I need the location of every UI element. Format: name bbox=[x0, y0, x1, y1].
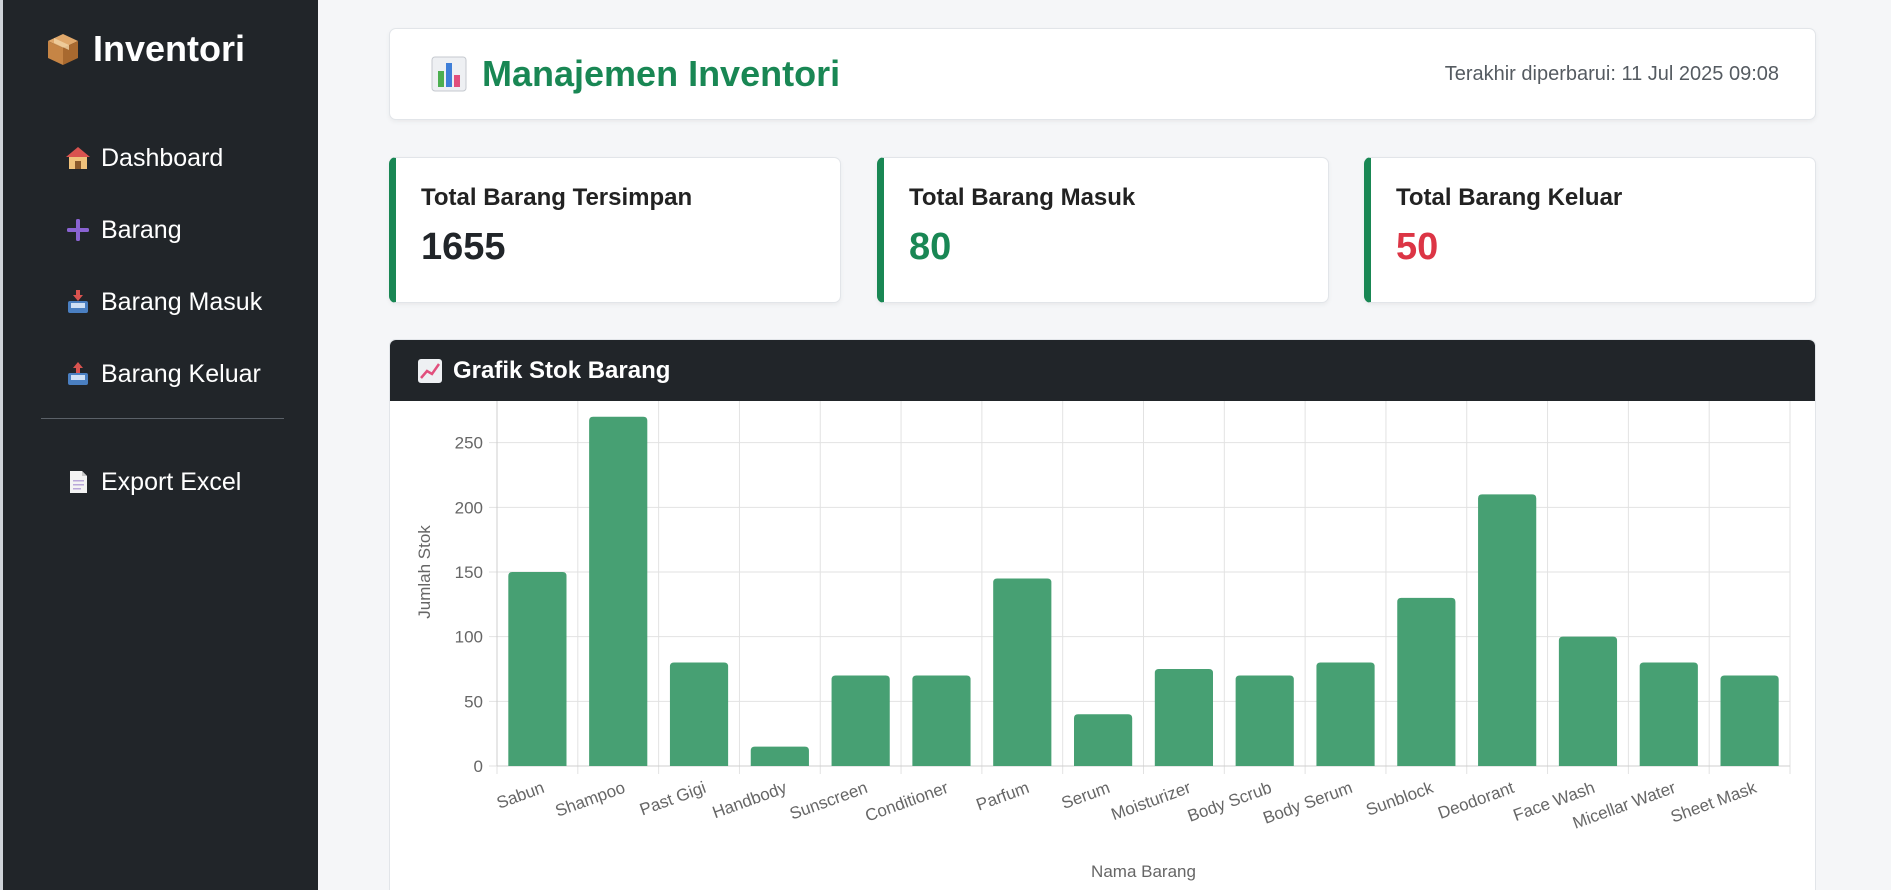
stock-bar-chart: 050100150200250300SabunShampooPast GigiH… bbox=[415, 401, 1791, 881]
sidebar: Inventori Dashboard Barang Barang Masuk … bbox=[0, 0, 318, 890]
sidebar-item-label: Barang Keluar bbox=[101, 359, 261, 388]
stat-card-tersimpan: Total Barang Tersimpan 1655 bbox=[389, 157, 841, 303]
page-title-text: Manajemen Inventori bbox=[482, 53, 841, 94]
brand-name: Inventori bbox=[93, 28, 246, 69]
sidebar-item-dashboard[interactable]: Dashboard bbox=[65, 122, 262, 194]
x-tick-label: Serum bbox=[1059, 778, 1113, 813]
sidebar-item-barang-masuk[interactable]: Barang Masuk bbox=[65, 266, 262, 338]
sidebar-divider bbox=[41, 418, 284, 419]
export-excel-button[interactable]: Export Excel bbox=[65, 446, 241, 518]
bar-serum bbox=[1074, 714, 1133, 766]
stat-value: 50 bbox=[1396, 226, 1439, 268]
y-tick-label: 250 bbox=[455, 434, 483, 453]
bar-past-gigi bbox=[669, 662, 729, 766]
x-tick-label: Deodorant bbox=[1435, 778, 1516, 823]
brand[interactable]: Inventori bbox=[45, 28, 245, 70]
stat-label: Total Barang Tersimpan bbox=[421, 184, 693, 211]
x-tick-label: Shampoo bbox=[553, 778, 628, 821]
plus-icon bbox=[67, 219, 89, 241]
x-tick-label: Body Serum bbox=[1260, 778, 1354, 828]
stat-label: Total Barang Keluar bbox=[1396, 184, 1623, 211]
document-icon bbox=[70, 471, 87, 493]
y-tick-label: 150 bbox=[455, 563, 483, 582]
sidebar-export: Export Excel bbox=[65, 446, 241, 518]
page-title: Manajemen Inventori bbox=[430, 53, 840, 95]
chart-card: Grafik Stok Barang 050100150200250300Sab… bbox=[389, 339, 1816, 890]
chart-increasing-icon bbox=[418, 358, 442, 383]
y-axis-title: Jumlah Stok bbox=[415, 525, 434, 619]
last-updated: Terakhir diperbarui: 11 Jul 2025 09:08 bbox=[1444, 63, 1779, 85]
stat-card-masuk: Total Barang Masuk 80 bbox=[877, 157, 1329, 303]
x-tick-label: Conditioner bbox=[863, 778, 952, 826]
x-tick-label: Sunscreen bbox=[787, 778, 870, 824]
sidebar-item-label: Barang bbox=[101, 215, 182, 244]
x-tick-label: Sabun bbox=[494, 778, 547, 813]
sidebar-item-barang-keluar[interactable]: Barang Keluar bbox=[65, 338, 262, 410]
bar-face-wash bbox=[1558, 636, 1618, 766]
bar-shampoo bbox=[589, 416, 648, 766]
bar-micellar-water bbox=[1639, 662, 1698, 766]
bar-sheet-mask bbox=[1720, 675, 1779, 766]
stat-card-keluar: Total Barang Keluar 50 bbox=[1364, 157, 1816, 303]
bar-sabun bbox=[508, 572, 567, 766]
y-tick-label: 50 bbox=[464, 692, 483, 711]
y-tick-label: 200 bbox=[455, 498, 483, 517]
bar-parfum bbox=[993, 578, 1052, 766]
x-tick-label: Body Scrub bbox=[1185, 778, 1274, 826]
stat-value: 80 bbox=[909, 226, 952, 268]
x-tick-label: Parfum bbox=[974, 778, 1032, 815]
outbox-tray-icon bbox=[68, 362, 88, 385]
house-icon bbox=[66, 147, 90, 169]
page-header: Manajemen Inventori Terakhir diperbarui:… bbox=[389, 28, 1816, 120]
export-excel-label: Export Excel bbox=[101, 467, 242, 496]
stat-label: Total Barang Masuk bbox=[909, 184, 1136, 211]
sidebar-item-barang[interactable]: Barang bbox=[65, 194, 262, 266]
chart-header: Grafik Stok Barang bbox=[390, 340, 1815, 401]
bar-moisturizer bbox=[1154, 669, 1213, 766]
package-icon bbox=[48, 34, 78, 65]
bar-conditioner bbox=[912, 675, 971, 766]
bar-chart-icon bbox=[431, 56, 467, 92]
chart-title: Grafik Stok Barang bbox=[453, 356, 671, 384]
x-tick-label: Moisturizer bbox=[1109, 778, 1194, 824]
sidebar-item-label: Barang Masuk bbox=[101, 287, 263, 316]
bar-handbody bbox=[750, 746, 809, 766]
y-tick-label: 0 bbox=[474, 757, 483, 776]
x-axis-title: Nama Barang bbox=[1091, 862, 1196, 881]
x-tick-label: Sunblock bbox=[1363, 778, 1436, 820]
x-tick-label: Handbody bbox=[710, 778, 790, 823]
stat-value: 1655 bbox=[421, 226, 506, 268]
inbox-tray-icon bbox=[68, 290, 88, 313]
sidebar-item-label: Dashboard bbox=[101, 143, 224, 172]
bar-body-serum bbox=[1316, 662, 1375, 766]
bar-body-scrub bbox=[1235, 675, 1294, 766]
x-tick-label: Past Gigi bbox=[637, 778, 708, 819]
x-tick-label: Sheet Mask bbox=[1668, 778, 1759, 827]
bar-deodorant bbox=[1478, 494, 1537, 766]
bar-sunscreen bbox=[831, 675, 890, 766]
bar-sunblock bbox=[1397, 597, 1456, 766]
sidebar-nav: Dashboard Barang Barang Masuk Barang Kel… bbox=[65, 122, 262, 410]
y-tick-label: 100 bbox=[455, 628, 483, 647]
